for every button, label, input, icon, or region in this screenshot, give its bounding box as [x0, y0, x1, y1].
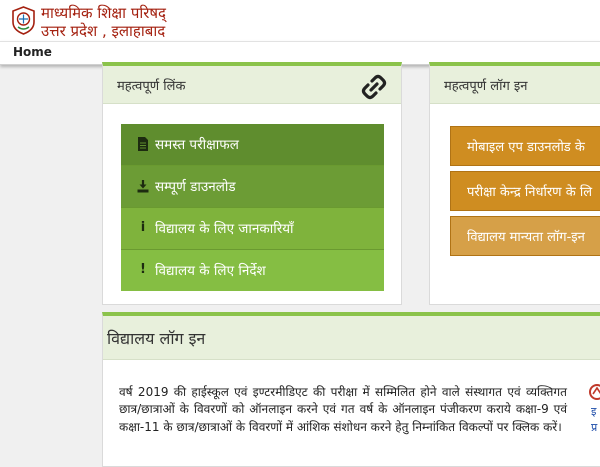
link-all-downloads[interactable]: सम्पूर्ण डाउनलोड [121, 166, 384, 208]
link-label: समस्त परीक्षाफल [155, 137, 239, 153]
site-header: माध्यमिक शिक्षा परिषद् उत्तर प्रदेश , इल… [0, 0, 600, 41]
chain-link-icon [361, 74, 387, 100]
panel-title: महत्वपूर्ण लिंक [117, 79, 186, 94]
link-label: विद्यालय के लिए जानकारियाँ [155, 221, 294, 237]
button-label: मोबाइल एप डाउनलोड के [467, 140, 585, 155]
up-emblem-icon[interactable] [11, 6, 36, 35]
side-banner[interactable]: इ प्र [587, 384, 600, 454]
panel-title: विद्यालय लॉग इन [107, 329, 206, 348]
panel-header: विद्यालय लॉग इन [103, 316, 600, 360]
school-recognition-login-button[interactable]: विद्यालय मान्यता लॉग-इन [450, 216, 600, 256]
exclamation-icon: ! [140, 262, 146, 277]
panel-title: महत्वपूर्ण लॉग इन [444, 79, 528, 94]
button-label: विद्यालय मान्यता लॉग-इन [467, 230, 585, 245]
link-label: विद्यालय के लिए निर्देश [155, 263, 266, 279]
button-label: परीक्षा केन्द्र निर्धारण के लि [467, 185, 593, 200]
panel-header: महत्वपूर्ण लिंक [103, 66, 401, 104]
exam-center-login-button[interactable]: परीक्षा केन्द्र निर्धारण के लि [450, 171, 600, 211]
login-buttons-list: मोबाइल एप डाउनलोड के परीक्षा केन्द्र निर… [450, 126, 600, 261]
info-icon: i [140, 220, 146, 235]
school-login-panel: विद्यालय लॉग इन वर्ष 2019 की हाईस्कूल एव… [102, 312, 600, 467]
site-title-line2: उत्तर प्रदेश , इलाहाबाद [41, 22, 166, 40]
important-links-panel: महत्वपूर्ण लिंक समस्त परीक्षाफल सम्पूर्ण… [102, 62, 402, 305]
banner-logo-icon [589, 384, 600, 400]
link-label: सम्पूर्ण डाउनलोड [155, 179, 236, 195]
side-banner-text: इ प्र [591, 404, 597, 436]
file-icon [138, 137, 148, 151]
site-title-line1: माध्यमिक शिक्षा परिषद् [41, 4, 167, 22]
side-banner-line1: इ [591, 405, 597, 418]
school-login-description: वर्ष 2019 की हाईस्कूल एवं इण्टरमीडिएट की… [119, 385, 567, 434]
download-icon [137, 180, 149, 193]
link-school-instructions[interactable]: ! विद्यालय के लिए निर्देश [121, 250, 384, 291]
important-login-panel: महत्वपूर्ण लॉग इन मोबाइल एप डाउनलोड के प… [429, 62, 600, 305]
side-banner-line2: प्र [591, 421, 598, 434]
links-list: समस्त परीक्षाफल सम्पूर्ण डाउनलोड i विद्य… [121, 124, 384, 291]
panel-header: महत्वपूर्ण लॉग इन [430, 66, 600, 104]
nav-home-link[interactable]: Home [13, 45, 52, 59]
link-school-information[interactable]: i विद्यालय के लिए जानकारियाँ [121, 208, 384, 250]
mobile-app-download-button[interactable]: मोबाइल एप डाउनलोड के [450, 126, 600, 166]
link-all-results[interactable]: समस्त परीक्षाफल [121, 124, 384, 166]
